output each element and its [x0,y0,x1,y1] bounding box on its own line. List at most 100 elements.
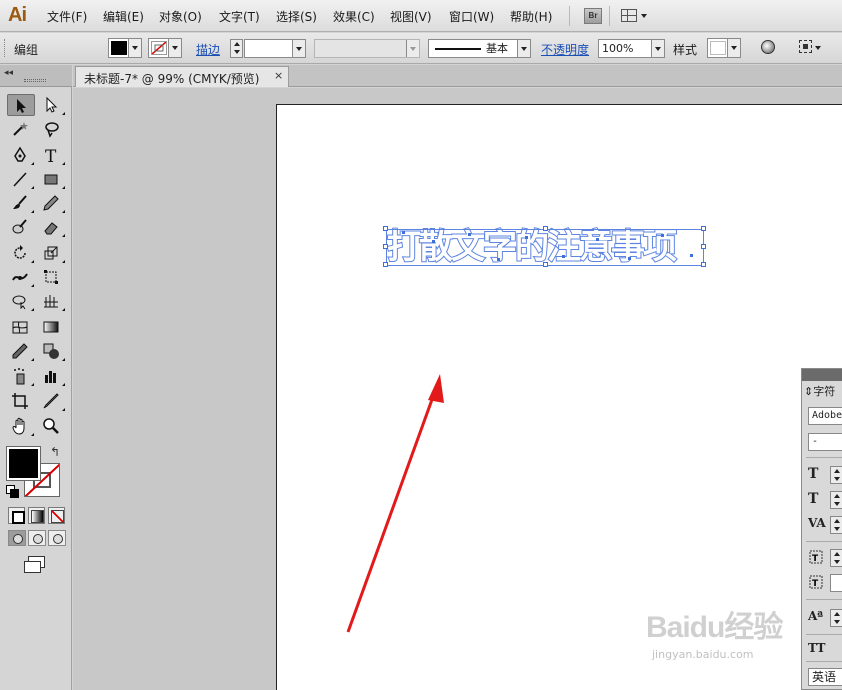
resize-handle[interactable] [383,226,388,231]
close-icon[interactable]: × [274,69,283,82]
symbol-sprayer-tool-icon[interactable] [7,365,35,387]
scale-tool-icon[interactable] [38,242,66,264]
magic-wand-tool-icon[interactable] [7,118,35,140]
dropdown-arrow [727,39,740,57]
default-fill-stroke-icon[interactable] [6,485,19,498]
direct-selection-tool-icon[interactable] [38,94,66,116]
divider [806,457,842,458]
menu-object[interactable]: 对象(O) [159,8,202,25]
lasso-tool-icon[interactable] [38,118,66,140]
selection-tool-icon[interactable] [7,94,35,116]
resize-handle[interactable] [701,226,706,231]
resize-handle[interactable] [383,244,388,249]
workspace-switcher-button[interactable] [621,7,651,25]
swap-fill-stroke-icon[interactable]: ↰ [50,445,60,459]
panel-grip[interactable] [24,79,46,82]
draw-behind-button[interactable] [28,530,46,546]
eraser-tool-icon[interactable] [38,216,66,238]
fill-color-swatch[interactable] [6,446,41,481]
width-tool-icon[interactable] [7,266,35,288]
stroke-weight-field[interactable] [244,39,306,58]
chevron-down-icon [132,46,138,50]
rotate-tool-icon[interactable] [7,242,35,264]
font-family-field[interactable]: Adobe [808,407,842,425]
artboard-tool-icon[interactable] [7,390,35,412]
tools-panel-header[interactable]: ◂◂ [0,65,72,87]
hand-tool-icon[interactable] [7,415,35,437]
stroke-label[interactable]: 描边 [196,41,220,58]
type-tool-icon[interactable]: T [38,144,66,166]
gradient-tool-icon[interactable] [38,316,66,338]
anchor-point [402,231,405,234]
fill-color-dropdown[interactable] [108,38,142,58]
draw-normal-button[interactable] [8,530,26,546]
stroke-weight-stepper[interactable] [230,39,243,58]
resize-handle[interactable] [543,262,548,267]
anchor-point [690,254,693,257]
vertical-scale-field[interactable] [830,574,842,592]
pencil-tool-icon[interactable] [38,192,66,214]
all-caps-icon[interactable]: TT [808,641,825,655]
panel-grip[interactable] [4,39,6,57]
horizontal-scale-stepper[interactable] [830,549,842,567]
column-graph-tool-icon[interactable] [38,365,66,387]
draw-inside-button[interactable] [48,530,66,546]
rectangle-tool-icon[interactable] [38,168,66,190]
brush-label: 基本 [486,42,508,55]
baseline-shift-stepper[interactable] [830,609,842,627]
anchor-point [432,240,435,243]
shape-builder-tool-icon[interactable] [7,290,35,312]
collapse-icon[interactable]: ◂◂ [4,68,13,78]
font-size-stepper[interactable] [830,466,842,484]
menu-effect[interactable]: 效果(C) [333,8,375,25]
kerning-stepper[interactable] [830,516,842,534]
opacity-label[interactable]: 不透明度 [541,41,589,58]
bridge-button[interactable]: Br [584,8,602,24]
menu-view[interactable]: 视图(V) [390,8,432,25]
variable-width-profile-dropdown[interactable] [314,39,420,58]
panel-header[interactable] [802,369,842,381]
menu-select[interactable]: 选择(S) [276,8,317,25]
gradient-mode-button[interactable] [28,507,45,524]
mesh-tool-icon[interactable] [7,316,35,338]
document-tab[interactable]: 未标题-7* @ 99% (CMYK/预览) × [75,66,289,87]
opacity-field[interactable]: 100% [598,39,665,58]
align-icon[interactable] [799,40,812,53]
none-mode-button[interactable] [48,507,65,524]
zoom-tool-icon[interactable] [38,415,66,437]
language-dropdown[interactable]: 英语 [808,668,842,686]
expand-icon[interactable]: ⇕ [804,385,813,398]
chevron-down-icon [172,46,178,50]
blob-brush-tool-icon[interactable] [7,216,35,238]
font-style-field[interactable]: - [808,433,842,451]
eyedropper-tool-icon[interactable] [7,340,35,362]
chevron-down-icon[interactable] [815,46,821,50]
menu-help[interactable]: 帮助(H) [510,8,552,25]
leading-stepper[interactable] [830,491,842,509]
brush-definition-dropdown[interactable]: 基本 [428,39,531,58]
resize-handle[interactable] [543,226,548,231]
free-transform-tool-icon[interactable] [38,266,66,288]
menu-window[interactable]: 窗口(W) [449,8,494,25]
menu-file[interactable]: 文件(F) [47,8,87,25]
recolor-artwork-icon[interactable] [761,40,775,54]
resize-handle[interactable] [383,262,388,267]
blend-tool-icon[interactable] [38,340,66,362]
menu-edit[interactable]: 编辑(E) [103,8,144,25]
kerning-icon: VA [808,516,826,530]
resize-handle[interactable] [701,262,706,267]
graphic-style-dropdown[interactable] [707,38,741,58]
color-mode-button[interactable] [8,507,25,524]
line-segment-tool-icon[interactable] [7,168,35,190]
resize-handle[interactable] [701,244,706,249]
anchor-point [497,258,500,261]
stroke-color-dropdown[interactable] [148,38,182,58]
perspective-grid-tool-icon[interactable] [38,290,66,312]
pen-tool-icon[interactable] [7,144,35,166]
menu-type[interactable]: 文字(T) [219,8,260,25]
character-panel-tab[interactable]: ⇕字符 [804,383,835,399]
slice-tool-icon[interactable] [38,390,66,412]
paintbrush-tool-icon[interactable] [7,192,35,214]
change-screen-mode-icon[interactable] [24,556,46,573]
chevron-down-icon [655,47,661,51]
